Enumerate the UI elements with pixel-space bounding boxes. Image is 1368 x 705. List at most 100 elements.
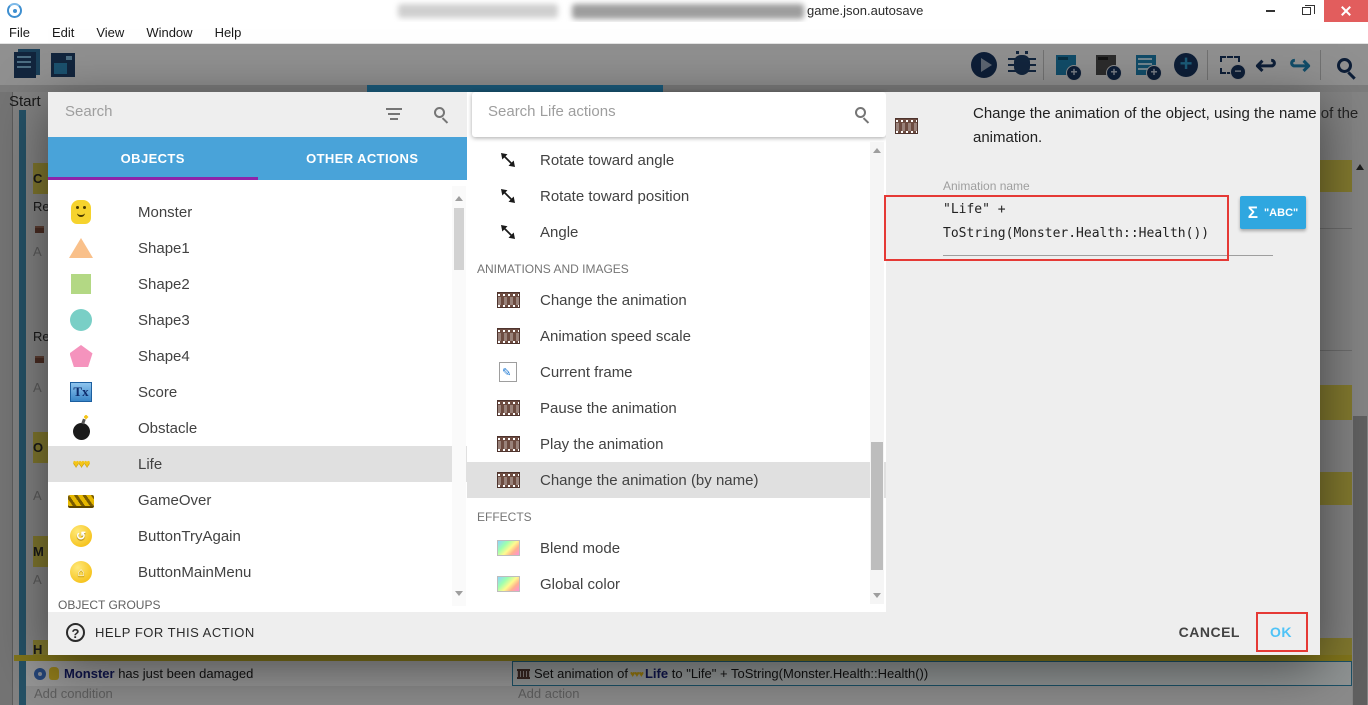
minimize-button[interactable] [1252,0,1288,22]
menu-help[interactable]: Help [204,22,253,44]
list-item-shape4[interactable]: Shape4 [48,338,467,374]
list-item-life[interactable]: ♥♥♥ Life [48,446,467,482]
menu-bar: File Edit View Window Help [0,22,1368,44]
home-button-icon: ⌂ [70,561,92,583]
list-item-shape3[interactable]: Shape3 [48,302,467,338]
action-item[interactable]: Pause the animation [467,390,886,426]
tab-other-actions[interactable]: OTHER ACTIONS [258,137,468,180]
actions-panel: Rotate toward angle Rotate toward positi… [467,92,886,612]
scroll-up-icon[interactable] [455,196,463,201]
remove-event-button[interactable] [1214,49,1246,81]
menu-view[interactable]: View [85,22,135,44]
action-item[interactable]: Global color [467,566,886,602]
action-item[interactable]: Play the animation [467,426,886,462]
objects-list: Monster Shape1 Shape2 Shape3 Shape4 Scor… [48,180,467,612]
action-text: to [671,666,683,681]
monster-icon [71,200,91,224]
ok-button[interactable]: OK [1270,624,1292,640]
close-button[interactable] [1324,0,1368,22]
rotate-icon [501,189,515,203]
triangle-icon [69,238,93,258]
clipped-event-text: A [33,244,42,259]
list-item-monster[interactable]: Monster [48,194,467,230]
scroll-up-icon[interactable] [1356,164,1364,170]
minimize-icon [1265,10,1275,12]
scene-editor-button[interactable] [47,49,79,81]
expression-editor-button[interactable]: Σ "ABC" [1240,196,1306,229]
action-search-bar [472,92,886,137]
object-search-input[interactable] [65,103,365,120]
objects-scrollbar[interactable] [452,186,466,606]
search-icon [855,107,866,118]
scroll-down-icon[interactable] [873,593,881,598]
action-search-input[interactable] [488,103,818,120]
frame-document-icon [499,362,517,382]
list-item-obstacle[interactable]: Obstacle [48,410,467,446]
square-icon [71,274,91,294]
redo-button[interactable]: ↪ [1284,49,1316,81]
add-action-button[interactable]: Add action [512,686,1352,705]
filter-icon[interactable] [386,108,402,120]
animation-film-icon [517,668,530,679]
search-events-button[interactable] [1328,49,1360,81]
pentagon-icon [69,345,93,367]
toolbar-separator [1320,50,1321,80]
restore-icon [1301,5,1315,15]
add-external-events-button[interactable] [1130,49,1162,81]
debug-button[interactable] [1006,49,1038,81]
scrollbar-thumb[interactable] [454,208,464,270]
undo-button[interactable]: ↩ [1250,49,1282,81]
tab-objects[interactable]: OBJECTS [48,137,258,180]
actions-scrollbar[interactable] [870,142,884,604]
action-item[interactable]: Rotate toward angle [467,142,886,178]
remove-event-icon [1220,56,1246,80]
cancel-button[interactable]: CANCEL [1179,624,1240,640]
menu-file[interactable]: File [0,22,41,44]
animation-name-field[interactable]: "Life" + ToString(Monster.Health::Health… [943,198,1273,256]
clipped-event-strip [1320,472,1352,505]
abc-label: "ABC" [1263,206,1299,219]
film-icon [496,328,520,344]
list-item-shape1[interactable]: Shape1 [48,230,467,266]
event-action-selected[interactable]: Set animation of ♥♥♥ Life to "Life" + To… [512,661,1352,686]
add-scene-icon [1056,55,1082,81]
object-tabs: OBJECTS OTHER ACTIONS [48,137,467,180]
list-item-buttonmainmenu[interactable]: ⌂ ButtonMainMenu [48,554,467,590]
list-item-score[interactable]: Score [48,374,467,410]
action-item-selected[interactable]: Change the animation (by name) [467,462,886,498]
scroll-up-icon[interactable] [873,148,881,153]
play-button[interactable] [968,49,1000,81]
menu-window[interactable]: Window [135,22,203,44]
rotate-icon [501,225,515,239]
action-item[interactable]: Rotate toward position [467,178,886,214]
object-search-bar [48,92,467,137]
add-external-layout-button[interactable] [1090,49,1122,81]
action-item[interactable]: Change the animation [467,282,886,318]
menu-edit[interactable]: Edit [41,22,85,44]
list-item-gameover[interactable]: GameOver [48,482,467,518]
action-item[interactable]: Blend mode [467,530,886,566]
clipped-event-text: Re [33,199,48,214]
events-sheet-button[interactable] [9,49,41,81]
add-scene-button[interactable] [1050,49,1082,81]
maximize-button[interactable] [1288,0,1324,22]
add-external-layout-icon [1096,55,1122,81]
help-link[interactable]: ? HELP FOR THIS ACTION [66,623,255,642]
list-item-shape2[interactable]: Shape2 [48,266,467,302]
scrollbar-thumb[interactable] [1353,416,1367,705]
list-item-buttontryagain[interactable]: ↺ ButtonTryAgain [48,518,467,554]
banner-icon [68,494,94,506]
action-item[interactable]: Angle [467,214,886,250]
add-condition-button[interactable]: Add condition [26,686,512,705]
redo-icon: ↪ [1289,50,1311,80]
actions-section-header: EFFECTS [477,510,532,524]
event-condition[interactable]: Monster has just been damaged [26,661,512,686]
scrollbar-thumb[interactable] [871,442,883,570]
scroll-down-icon[interactable] [455,591,463,596]
event-divider [1320,228,1352,229]
actions-section-header: ANIMATIONS AND IMAGES [477,262,629,276]
add-object-button[interactable] [1170,49,1202,81]
action-item[interactable]: Animation speed scale [467,318,886,354]
events-scrollbar[interactable] [1352,92,1368,705]
action-item[interactable]: Current frame [467,354,886,390]
